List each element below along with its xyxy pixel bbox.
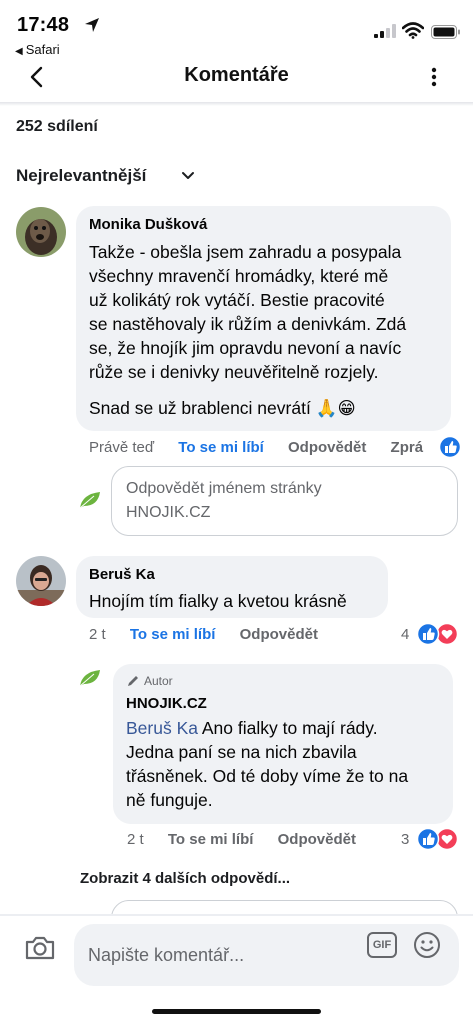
- comment-text-line: už kolikátý rok vytáčí. Bestie pracovité: [89, 290, 385, 310]
- avatar-photo-dog: [16, 207, 66, 257]
- mention-tag[interactable]: Beruš Ka: [126, 718, 198, 738]
- back-to-app-link[interactable]: ◀ Safari: [15, 42, 60, 57]
- comment-text: Hnojím tím fialky a kvetou krásně: [89, 591, 347, 611]
- comment-time: Právě teď: [89, 439, 155, 456]
- more-vertical-icon[interactable]: [426, 66, 442, 88]
- reaction-count[interactable]: 3: [401, 831, 409, 848]
- avatar-photo-person: [16, 556, 66, 606]
- comment-time: 2 t: [89, 626, 106, 643]
- reply-button[interactable]: Odpovědět: [278, 831, 356, 848]
- sort-dropdown[interactable]: Nejrelevantnější: [16, 166, 146, 186]
- page-title: Komentáře: [184, 64, 289, 86]
- status-time: 17:48: [17, 14, 70, 36]
- reaction-count[interactable]: 4: [401, 626, 409, 643]
- comment-author[interactable]: HNOJIK.CZ: [126, 695, 207, 712]
- shares-count[interactable]: 252 sdílení: [16, 118, 98, 136]
- pencil-icon: [128, 676, 138, 686]
- comment-text-line: všechny mravenčí hromádky, které mě: [89, 266, 389, 286]
- like-button[interactable]: To se mi líbí: [130, 626, 216, 643]
- reply-button[interactable]: Odpovědět: [240, 626, 318, 643]
- hnojik-leaf-icon: [79, 492, 100, 509]
- home-indicator[interactable]: [152, 1009, 321, 1014]
- chevron-down-icon[interactable]: [180, 169, 196, 183]
- comment-author[interactable]: Beruš Ka: [89, 566, 155, 583]
- comment-text-line: Takže - obešla jsem zahradu a posypala: [89, 242, 402, 262]
- comment-text-line: Ano fialky to mají rády.: [197, 718, 378, 738]
- emoji-icon[interactable]: [413, 931, 441, 959]
- like-button[interactable]: To se mi líbí: [178, 439, 264, 456]
- show-more-replies-link[interactable]: Zobrazit 4 dalších odpovědí...: [80, 870, 290, 887]
- wifi-icon: [402, 22, 424, 39]
- comment-input[interactable]: [74, 924, 459, 986]
- reply-field-line: HNOJIK.CZ: [126, 504, 211, 521]
- reply-field-line: Odpovědět jménem stránky: [126, 480, 322, 497]
- more-action-button[interactable]: Zprá: [391, 439, 424, 456]
- avatar[interactable]: [16, 207, 66, 257]
- like-love-reactions-icon[interactable]: [416, 828, 458, 850]
- comment-text-line: se, že hnojík jim opravdu nevoní a navíc: [89, 338, 402, 358]
- nav-bar: Komentáře: [0, 62, 473, 104]
- comment-text: Takže - obešla jsem zahradu a posypala v…: [89, 240, 406, 420]
- battery-icon: [431, 25, 460, 39]
- back-app-label: Safari: [25, 42, 60, 57]
- cellular-signal-icon: [374, 24, 396, 38]
- comment-text-line: Snad se už brablenci nevrátí 🙏😁: [89, 398, 356, 418]
- comment-text: Beruš Ka Ano fialky to mají rády. Jedna …: [126, 716, 446, 812]
- comment-time: 2 t: [127, 831, 144, 848]
- avatar[interactable]: [16, 556, 66, 606]
- reply-as-page-field[interactable]: Odpovědět jménem stránky HNOJIK.CZ: [111, 466, 458, 536]
- reply-button[interactable]: Odpovědět: [288, 439, 366, 456]
- comment-text-line: růže se i denivky neuvěřitelně rozjely.: [89, 362, 379, 382]
- page-reply-bubble: Autor HNOJIK.CZ Beruš Ka Ano fialky to m…: [113, 664, 453, 824]
- like-reaction-icon[interactable]: [438, 436, 462, 458]
- comment-text-line: Jedna paní se na nich zbavila: [126, 742, 357, 762]
- comment-text-line: třásněnek. Od té doby víme že to na: [126, 766, 409, 786]
- comment-text-line: ně funguje.: [126, 790, 213, 810]
- comment-bubble: Monika Dušková Takže - obešla jsem zahra…: [76, 206, 451, 431]
- comment-author[interactable]: Monika Dušková: [89, 216, 207, 233]
- gif-button[interactable]: GIF: [367, 932, 397, 958]
- like-love-reactions-icon[interactable]: [416, 623, 458, 645]
- comment-actions: Právě teď To se mi líbí Odpovědět Zprá: [89, 439, 443, 456]
- camera-icon[interactable]: [24, 934, 56, 962]
- comment-bubble: Beruš Ka Hnojím tím fialky a kvetou krás…: [76, 556, 388, 618]
- location-arrow-icon: [85, 18, 99, 32]
- like-button[interactable]: To se mi líbí: [168, 831, 254, 848]
- author-badge-label: Autor: [144, 674, 173, 688]
- author-badge: Autor: [126, 674, 173, 688]
- nav-divider: [0, 102, 473, 106]
- comment-text-line: se nastěhovaly ik růžím a denivkám. Zdá: [89, 314, 407, 334]
- comment-composer: [0, 914, 473, 1024]
- comment-actions: 2 t To se mi líbí Odpovědět: [127, 831, 376, 848]
- composer-divider: [0, 914, 473, 916]
- comment-actions: 2 t To se mi líbí Odpovědět: [89, 626, 338, 643]
- hnojik-leaf-icon: [79, 670, 100, 687]
- status-bar: 17:48 ◀ Safari: [0, 0, 473, 62]
